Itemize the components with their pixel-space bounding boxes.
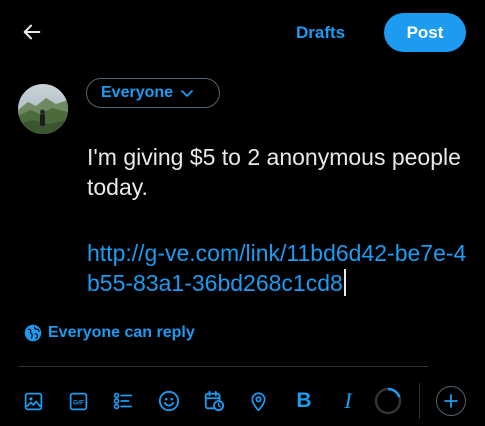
avatar[interactable] [18, 84, 68, 134]
compose-link-text: http://g-ve.com/link/11bd6d42-be7e-4b55-… [87, 240, 467, 296]
schedule-button[interactable] [202, 389, 226, 413]
divider [18, 366, 428, 367]
character-count-ring [374, 387, 402, 415]
add-post-button[interactable] [436, 386, 466, 416]
arrow-left-icon [23, 24, 41, 40]
audience-selector[interactable]: Everyone [86, 78, 220, 108]
location-pin-icon [251, 391, 265, 411]
globe-icon [24, 324, 42, 342]
emoji-icon [158, 390, 180, 412]
svg-text:GIF: GIF [73, 399, 84, 406]
italic-button[interactable]: I [336, 388, 360, 413]
compose-post-screen: Drafts Post Everyone I'm giving $5 to 2 … [0, 0, 485, 426]
drafts-button[interactable]: Drafts [284, 18, 357, 48]
bold-icon: B [296, 389, 312, 412]
reply-setting-button[interactable]: Everyone can reply [24, 324, 195, 342]
avatar-photo [18, 84, 68, 134]
image-icon [24, 392, 42, 410]
back-button[interactable] [20, 20, 44, 44]
gif-button[interactable]: GIF [66, 389, 90, 413]
media-button[interactable] [21, 389, 45, 413]
compose-text[interactable]: I'm giving $5 to 2 anonymous people toda… [87, 142, 472, 202]
gif-icon: GIF [69, 392, 87, 410]
character-counter [374, 387, 402, 415]
reply-setting-label: Everyone can reply [48, 324, 195, 341]
compose-link[interactable]: http://g-ve.com/link/11bd6d42-be7e-4b55-… [87, 238, 472, 298]
schedule-icon [204, 390, 225, 412]
text-caret [343, 269, 346, 296]
bold-button[interactable]: B [292, 389, 316, 413]
poll-icon [113, 392, 133, 410]
emoji-button[interactable] [157, 389, 181, 413]
chevron-down-icon [181, 90, 193, 97]
audience-label: Everyone [101, 84, 174, 101]
toolbar-separator [419, 383, 420, 419]
italic-icon: I [344, 388, 352, 413]
plus-icon [444, 394, 458, 408]
location-button[interactable] [246, 389, 270, 413]
post-button[interactable]: Post [384, 13, 466, 52]
poll-button[interactable] [111, 389, 135, 413]
